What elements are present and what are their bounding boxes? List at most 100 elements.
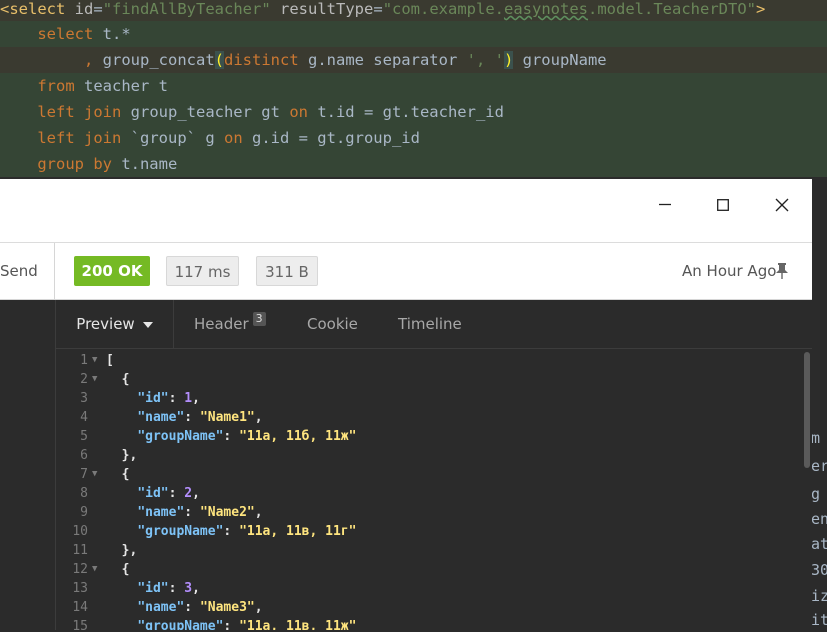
- response-size-badge: 311 B: [256, 256, 318, 286]
- tab-cookie-label: Cookie: [307, 315, 358, 333]
- json-text: {: [106, 370, 130, 389]
- json-punct: ,: [192, 391, 200, 406]
- tab-cookie[interactable]: Cookie: [307, 300, 358, 348]
- ide-side-fragment: it: [811, 611, 827, 629]
- close-button[interactable]: [762, 187, 802, 223]
- json-key: "name": [137, 600, 185, 615]
- tab-header[interactable]: Header 3: [194, 300, 266, 348]
- ide-side-fragment: g: [811, 485, 821, 503]
- json-string: "Name3": [199, 600, 255, 615]
- code-line: 6 },: [56, 446, 796, 465]
- sql-text: g.name separator: [298, 51, 467, 69]
- fold-arrow-icon[interactable]: ▼: [92, 560, 97, 579]
- line-number: 15: [72, 619, 88, 630]
- json-punct: [106, 524, 137, 539]
- json-punct: :: [168, 391, 185, 406]
- json-punct: [106, 486, 137, 501]
- xml-attr: id: [74, 0, 94, 18]
- json-punct: {: [106, 467, 130, 482]
- line-number: 12: [72, 562, 88, 577]
- json-text: {: [106, 465, 130, 484]
- send-button[interactable]: Send: [0, 243, 55, 299]
- pin-icon[interactable]: [775, 263, 789, 279]
- ide-side-fragment: m: [811, 429, 821, 447]
- response-body-viewer[interactable]: 1 ▼[2 ▼ {3 "id": 1, 4 "name": "Name1", 5 "gr…: [56, 349, 802, 630]
- title-bar[interactable]: [0, 179, 812, 243]
- fold-arrow-icon[interactable]: ▼: [92, 351, 97, 370]
- viewer-scrollbar[interactable]: [802, 349, 812, 630]
- sql-text: groupName: [513, 51, 607, 69]
- json-punct: :: [223, 619, 240, 630]
- sql-comma: ,: [84, 51, 103, 69]
- json-punct: [106, 391, 137, 406]
- json-text: [: [106, 351, 114, 370]
- sql-keyword: left join: [37, 103, 122, 121]
- json-punct: :: [168, 581, 185, 596]
- code-line-4: from teacher t: [0, 73, 827, 99]
- json-text: "id": 3,: [106, 579, 200, 598]
- json-number: 2: [184, 486, 193, 501]
- response-timestamp[interactable]: An Hour Ago: [682, 256, 776, 286]
- line-number: 9: [80, 505, 88, 520]
- sql-keyword: left join: [37, 129, 122, 147]
- tab-timeline[interactable]: Timeline: [398, 300, 462, 348]
- response-tabs: Preview Header 3 Cookie Timeline: [56, 300, 812, 349]
- code-line-7: group by t.name: [0, 151, 827, 177]
- code-line: 10 "groupName": "11а, 11в, 11г": [56, 522, 796, 541]
- ide-side-fragment: at: [811, 535, 827, 553]
- sql-keyword: on: [289, 103, 308, 121]
- line-number: 14: [72, 600, 88, 615]
- json-string: "11а, 11в, 11ж": [239, 619, 357, 630]
- code-line-2: select t.*: [0, 21, 827, 47]
- json-punct: [: [106, 353, 114, 368]
- json-text: "groupName": "11а, 11б, 11ж": [106, 427, 356, 446]
- code-line: 9 "name": "Name2",: [56, 503, 796, 522]
- code-line-3: , group_concat(distinct g.name separator…: [0, 47, 827, 73]
- line-number: 4: [80, 410, 88, 425]
- tab-preview[interactable]: Preview: [56, 300, 174, 348]
- fold-arrow-icon[interactable]: ▼: [92, 465, 97, 484]
- close-icon: [775, 198, 789, 212]
- json-text: },: [106, 541, 138, 560]
- minimize-button[interactable]: [645, 187, 685, 223]
- maximize-button[interactable]: [703, 187, 743, 223]
- fold-arrow-icon[interactable]: ▼: [92, 370, 97, 389]
- spellcheck-word: easynotes: [504, 0, 589, 18]
- json-punct: ,: [192, 581, 200, 596]
- json-punct: [106, 505, 137, 520]
- json-number: 3: [184, 581, 193, 596]
- json-string: "11а, 11в, 11г": [239, 524, 357, 539]
- code-line: 2 ▼ {: [56, 370, 796, 389]
- sql-keyword: distinct: [224, 51, 299, 69]
- sql-text: t.*: [93, 25, 131, 43]
- json-punct: :: [168, 486, 185, 501]
- json-punct: :: [223, 524, 240, 539]
- line-number: 8: [80, 486, 88, 501]
- code-line: 12 ▼ {: [56, 560, 796, 579]
- sql-keyword: group by: [37, 155, 112, 173]
- sql-text: t.id = gt.teacher_id: [307, 103, 504, 121]
- json-punct: ,: [192, 486, 200, 501]
- line-number: 3: [80, 391, 88, 406]
- scrollbar-thumb[interactable]: [804, 352, 810, 468]
- ide-side-fragment: 30: [811, 561, 827, 579]
- ide-side-fragment: iz: [811, 587, 827, 605]
- code-line-1: <select id="findAllByTeacher" resultType…: [0, 0, 827, 22]
- tab-preview-label: Preview: [76, 315, 135, 333]
- code-line: 15 "groupName": "11а, 11в, 11ж": [56, 617, 796, 630]
- code-line-6: left join `group` g on g.id = gt.group_i…: [0, 125, 827, 151]
- json-text: },: [106, 446, 138, 465]
- code-line: 1 ▼ [: [56, 351, 796, 370]
- json-string: "Name1": [199, 410, 255, 425]
- json-text: "id": 1,: [106, 389, 200, 408]
- json-punct: [106, 429, 137, 444]
- xml-tag-open: <select: [0, 0, 66, 18]
- json-punct: ,: [254, 410, 263, 425]
- json-text: "name": "Name1",: [106, 408, 263, 427]
- json-key: "groupName": [137, 429, 224, 444]
- line-number: 7: [80, 467, 88, 482]
- status-code-badge: 200 OK: [74, 256, 150, 286]
- json-key: "name": [137, 505, 185, 520]
- sql-text: group_teacher gt: [121, 103, 290, 121]
- json-punct: :: [184, 600, 200, 615]
